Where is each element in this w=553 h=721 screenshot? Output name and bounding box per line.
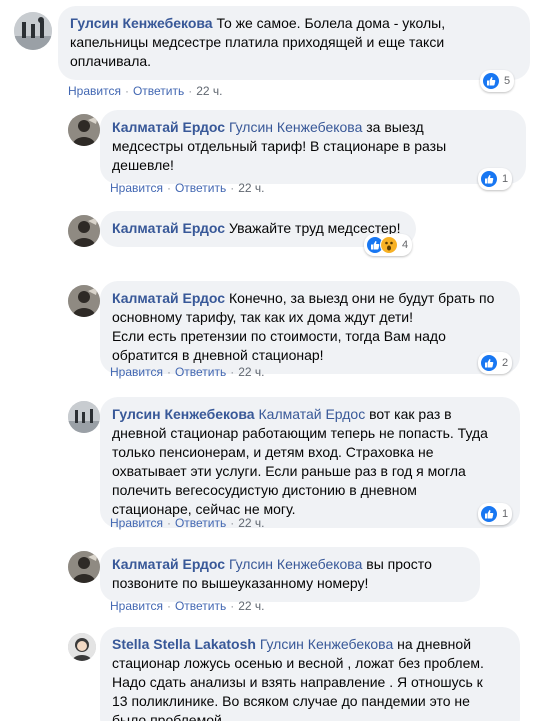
wow-icon: [380, 236, 398, 254]
like-button[interactable]: Нравится: [110, 365, 163, 379]
author-name[interactable]: Калматай Ердос: [112, 556, 225, 572]
comment-text-line: вот как раз в: [369, 406, 452, 422]
avatar[interactable]: [14, 12, 52, 50]
reaction-count: 5: [504, 75, 511, 87]
reaction-count: 1: [502, 173, 509, 185]
comment-actions: Нравится · Ответить · 22 ч.: [110, 599, 265, 613]
comment-bubble: Калматай Ердос Гулсин Кенжебекова вы про…: [100, 547, 480, 602]
comment-text-line: Если есть претензии по стоимости, тогда …: [112, 328, 446, 344]
reaction-count: 2: [502, 357, 509, 369]
mention-link[interactable]: Гулсин Кенжебекова: [229, 119, 362, 135]
reaction-count: 1: [502, 508, 509, 520]
comment: Stella Stella Lakatosh Гулсин Кенжебеков…: [68, 627, 528, 721]
comment-bubble: Калматай Ердос Гулсин Кенжебекова за вые…: [100, 110, 526, 184]
like-button[interactable]: Нравится: [110, 516, 163, 530]
mention-link[interactable]: Гулсин Кенжебекова: [260, 636, 393, 652]
comment-text-line: обратится в дневной стационар!: [112, 347, 324, 363]
comment-text-line: стационар ложусь осенью и весной , ложат…: [112, 655, 484, 671]
avatar[interactable]: [68, 551, 100, 583]
avatar[interactable]: [68, 633, 96, 661]
author-name[interactable]: Калматай Ердос: [112, 220, 225, 236]
comment-text-line: охватывает эти услуги. Если раньше раз в…: [112, 463, 466, 479]
comment-thread: Гулсин Кенжебекова То же самое. Болела д…: [0, 0, 553, 721]
avatar[interactable]: [68, 114, 100, 146]
timestamp[interactable]: 22 ч.: [238, 181, 264, 195]
timestamp[interactable]: 22 ч.: [238, 365, 264, 379]
comment-text-line: дневной стационар работающим теперь не п…: [112, 425, 488, 441]
comment-actions: Нравится · Ответить · 22 ч.: [110, 365, 265, 379]
comment: Калматай Ердос Гулсин Кенжебекова вы про…: [68, 547, 528, 617]
reaction-count: 4: [402, 239, 409, 251]
author-name[interactable]: Гулсин Кенжебекова: [70, 15, 213, 31]
comment-text-line: капельницы медсестре платила приходящей …: [70, 34, 445, 50]
reaction-badge[interactable]: 4: [364, 234, 413, 256]
author-name[interactable]: Гулсин Кенжебекова: [112, 406, 255, 422]
comment-text-line: основному тарифу, так как их дома ждут д…: [112, 309, 414, 325]
reply-button[interactable]: Ответить: [133, 84, 184, 98]
reply-button[interactable]: Ответить: [175, 365, 226, 379]
comment-text-line: полечить вегесосудистую дистонию в дневн…: [112, 482, 417, 498]
author-name[interactable]: Калматай Ердос: [112, 290, 225, 306]
like-button[interactable]: Нравится: [68, 84, 121, 98]
comment-text-line: позвоните по вышеуказанному номеру!: [112, 575, 369, 591]
like-icon: [480, 505, 498, 523]
reaction-badge[interactable]: 1: [478, 168, 513, 190]
comment-text-line: только пенсионерам, и детям вход. Страхо…: [112, 444, 434, 460]
reaction-badge[interactable]: 5: [480, 70, 515, 92]
comment-bubble: Stella Stella Lakatosh Гулсин Кенжебеков…: [100, 627, 520, 721]
comment-text-line: оплачивала.: [70, 53, 152, 69]
comment-bubble: Гулсин Кенжебекова То же самое. Болела д…: [58, 6, 530, 80]
mention-link[interactable]: Калматай Ердос: [259, 406, 366, 422]
like-button[interactable]: Нравится: [110, 181, 163, 195]
comment-actions: Нравится · Ответить · 22 ч.: [68, 84, 223, 98]
like-icon: [480, 170, 498, 188]
timestamp[interactable]: 22 ч.: [238, 599, 264, 613]
comment: Калматай Ердос Конечно, за выезд они не …: [68, 281, 528, 386]
comment: Калматай Ердос Гулсин Кенжебекова за вые…: [68, 110, 528, 200]
avatar[interactable]: [68, 285, 100, 317]
like-icon: [480, 354, 498, 372]
author-name[interactable]: Stella Stella Lakatosh: [112, 636, 256, 652]
comment-text-line: было проблемой.: [112, 712, 226, 721]
comment-bubble: Калматай Ердос Конечно, за выезд они не …: [100, 281, 520, 374]
comment-text-line: медсестры отдельный тариф! В стационаре …: [112, 138, 447, 154]
comment-text-line: вы просто: [366, 556, 432, 572]
comment-text-line: за выезд: [366, 119, 424, 135]
reaction-badge[interactable]: 2: [478, 352, 513, 374]
comment-actions: Нравится · Ответить · 22 ч.: [110, 516, 265, 530]
reaction-badge[interactable]: 1: [478, 503, 513, 525]
timestamp[interactable]: 22 ч.: [196, 84, 222, 98]
reply-button[interactable]: Ответить: [175, 181, 226, 195]
avatar[interactable]: [68, 401, 100, 433]
comment: Гулсин Кенжебекова То же самое. Болела д…: [14, 6, 544, 101]
comment-bubble: Гулсин Кенжебекова Калматай Ердос вот ка…: [100, 397, 520, 528]
mention-link[interactable]: Гулсин Кенжебекова: [229, 556, 362, 572]
comment-text-line: Конечно, за выезд они не будут брать по: [228, 290, 495, 306]
timestamp[interactable]: 22 ч.: [238, 516, 264, 530]
like-icon: [482, 72, 500, 90]
comment-actions: Нравится · Ответить · 22 ч.: [110, 181, 265, 195]
like-button[interactable]: Нравится: [110, 599, 163, 613]
comment: Калматай Ердос Уважайте труд медсестер! …: [68, 211, 528, 271]
avatar[interactable]: [68, 215, 100, 247]
reply-button[interactable]: Ответить: [175, 516, 226, 530]
comment-text-line: Надо сдать анализы и взять направление .…: [112, 674, 483, 690]
comment-text-line: То же самое. Болела дома - уколы,: [216, 15, 446, 31]
comment-text-line: на дневной: [397, 636, 472, 652]
comment: Гулсин Кенжебекова Калматай Ердос вот ка…: [68, 397, 528, 537]
comment-text-line: дешевле!: [112, 157, 174, 173]
author-name[interactable]: Калматай Ердос: [112, 119, 225, 135]
comment-text-line: 13 поликлинике. Во всяком случае до панд…: [112, 693, 470, 709]
reply-button[interactable]: Ответить: [175, 599, 226, 613]
